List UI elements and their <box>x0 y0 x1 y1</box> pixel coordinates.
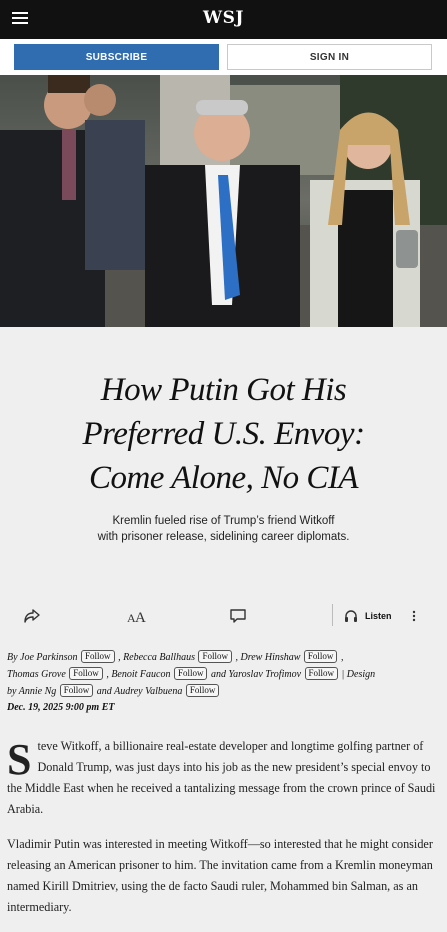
article-body: Steve Witkoff, a billionaire real-estate… <box>7 736 439 932</box>
author-name[interactable]: Drew Hinshaw <box>241 652 301 663</box>
article-dek: Kremlin fueled rise of Trump’s friend Wi… <box>40 513 407 545</box>
sign-in-button[interactable]: SIGN IN <box>227 44 432 70</box>
follow-button[interactable]: Follow <box>69 667 103 680</box>
author-name[interactable]: Thomas Grove <box>7 669 66 680</box>
svg-text:A: A <box>135 610 146 624</box>
toolbar-divider <box>332 604 333 626</box>
article-toolbar: AA Listen <box>0 602 447 630</box>
headline-line-3: Come Alone, No CIA <box>88 460 359 496</box>
author-name[interactable]: By Joe Parkinson <box>7 652 78 663</box>
design-by: by <box>7 686 17 697</box>
comment-icon[interactable] <box>226 602 250 630</box>
follow-button[interactable]: Follow <box>81 650 115 663</box>
follow-button[interactable]: Follow <box>304 667 339 680</box>
follow-button[interactable]: Follow <box>303 650 338 663</box>
subscribe-button[interactable]: SUBSCRIBE <box>14 44 219 70</box>
listen-label: Listen <box>365 611 392 621</box>
headline-line-1: How Putin Got His <box>100 372 347 408</box>
paragraph-text: teve Witkoff, a billionaire real-estate … <box>7 739 436 816</box>
listen-button[interactable]: Listen <box>343 602 395 630</box>
drop-cap: S <box>7 735 32 784</box>
wsj-logo[interactable]: WSJ <box>0 8 447 28</box>
design-label: Design <box>346 669 376 680</box>
publish-date: Dec. 19, 2025 9:00 pm ET <box>7 702 115 713</box>
follow-button[interactable]: Follow <box>59 684 94 697</box>
follow-button[interactable]: Follow <box>198 650 232 663</box>
author-name[interactable]: and Audrey Valbuena <box>97 686 183 697</box>
paragraph: Vladimir Putin was interested in meeting… <box>7 837 433 914</box>
dek-line-1: Kremlin fueled rise of Trump’s friend Wi… <box>112 515 335 527</box>
headphones-icon <box>345 610 357 622</box>
author-name[interactable]: and Yaroslav Trofimov <box>211 669 301 680</box>
text-size-icon[interactable]: AA <box>124 602 148 630</box>
byline: By Joe Parkinson Follow , Rebecca Ballha… <box>7 650 376 697</box>
top-nav-bar: WSJ <box>0 0 447 39</box>
follow-button[interactable]: Follow <box>173 667 208 680</box>
dek-line-2: with prisoner release, sidelining career… <box>97 531 350 543</box>
author-name[interactable]: Rebecca Ballhaus <box>123 652 195 663</box>
auth-bar: SUBSCRIBE SIGN IN <box>0 39 447 75</box>
headline-line-2: Preferred U.S. Envoy: <box>82 416 365 452</box>
hero-photo <box>0 75 447 327</box>
follow-button[interactable]: Follow <box>185 684 220 697</box>
author-name[interactable]: Annie Ng <box>19 686 57 697</box>
paragraph: Steve Witkoff, a billionaire real-estate… <box>7 736 439 820</box>
author-name[interactable]: Benoit Faucon <box>111 669 170 680</box>
more-options-icon[interactable] <box>406 602 422 630</box>
article-headline: How Putin Got His Preferred U.S. Envoy: … <box>20 368 427 500</box>
hero-photo-illustration <box>0 75 447 327</box>
share-icon[interactable] <box>20 602 44 630</box>
